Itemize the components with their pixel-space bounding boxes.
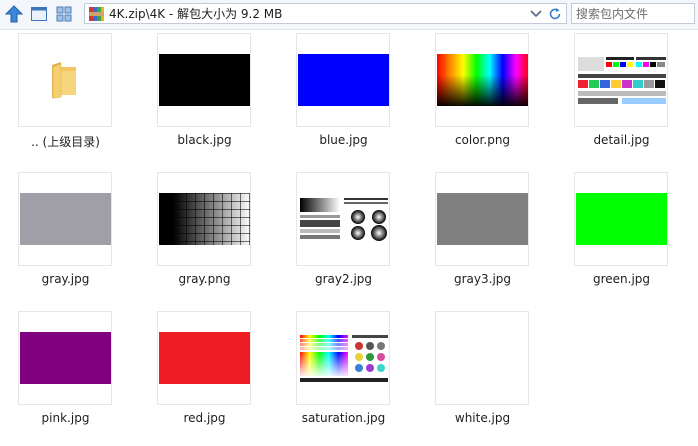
list-item-green[interactable]: green.jpg — [556, 172, 695, 307]
list-item-white[interactable]: white.jpg — [417, 311, 556, 446]
image-detail-test-chart — [576, 54, 667, 106]
image-blue — [298, 54, 389, 106]
list-item-gray3[interactable]: gray3.jpg — [417, 172, 556, 307]
thumbnail — [18, 311, 112, 405]
file-name: gray.png — [178, 272, 231, 286]
file-name: gray.jpg — [41, 272, 90, 286]
list-item-gray-png[interactable]: gray.png — [139, 172, 278, 307]
image-green — [576, 193, 667, 245]
list-item-blue[interactable]: blue.jpg — [278, 33, 417, 168]
thumbnail — [435, 311, 529, 405]
image-color-spectrum — [437, 54, 528, 106]
image-white — [437, 332, 528, 384]
file-name: gray2.jpg — [314, 272, 373, 286]
image-gray3 — [437, 193, 528, 245]
thumbnail — [435, 33, 529, 127]
thumbnail — [157, 311, 251, 405]
thumbnail — [296, 172, 390, 266]
image-saturation-test-chart — [298, 332, 389, 384]
image-red — [159, 332, 250, 384]
thumbnail — [574, 172, 668, 266]
folder-icon — [52, 62, 76, 99]
list-item-saturation[interactable]: saturation.jpg — [278, 311, 417, 446]
list-item-pink[interactable]: pink.jpg — [0, 311, 139, 446]
thumbnail — [18, 172, 112, 266]
image-gray — [20, 193, 111, 245]
list-item-red[interactable]: red.jpg — [139, 311, 278, 446]
list-item-gray[interactable]: gray.jpg — [0, 172, 139, 307]
file-name: red.jpg — [183, 411, 226, 425]
file-name: blue.jpg — [319, 133, 368, 147]
file-name: detail.jpg — [593, 133, 650, 147]
image-gray2-test-chart — [298, 193, 389, 245]
thumbnail — [157, 33, 251, 127]
image-black — [159, 54, 250, 106]
list-item-detail[interactable]: detail.jpg — [556, 33, 695, 168]
list-item-color[interactable]: color.png — [417, 33, 556, 168]
file-name: color.png — [454, 133, 511, 147]
list-item-black[interactable]: black.jpg — [139, 33, 278, 168]
file-name: black.jpg — [177, 133, 232, 147]
list-item-gray2[interactable]: gray2.jpg — [278, 172, 417, 307]
image-gray-gradient-grid — [159, 193, 250, 245]
list-item-parent-folder[interactable]: .. (上级目录) — [0, 33, 139, 168]
thumbnail — [574, 33, 668, 127]
file-name: gray3.jpg — [453, 272, 512, 286]
file-name: white.jpg — [454, 411, 511, 425]
thumbnail — [296, 33, 390, 127]
file-name: saturation.jpg — [301, 411, 386, 425]
file-grid: .. (上级目录) black.jpg blue.jpg color.png d… — [0, 0, 698, 436]
image-pink — [20, 332, 111, 384]
file-name: green.jpg — [592, 272, 651, 286]
thumbnail — [18, 33, 112, 127]
thumbnail — [157, 172, 251, 266]
file-name: .. (上级目录) — [31, 135, 100, 149]
thumbnail — [296, 311, 390, 405]
thumbnail — [435, 172, 529, 266]
file-name: pink.jpg — [41, 411, 90, 425]
